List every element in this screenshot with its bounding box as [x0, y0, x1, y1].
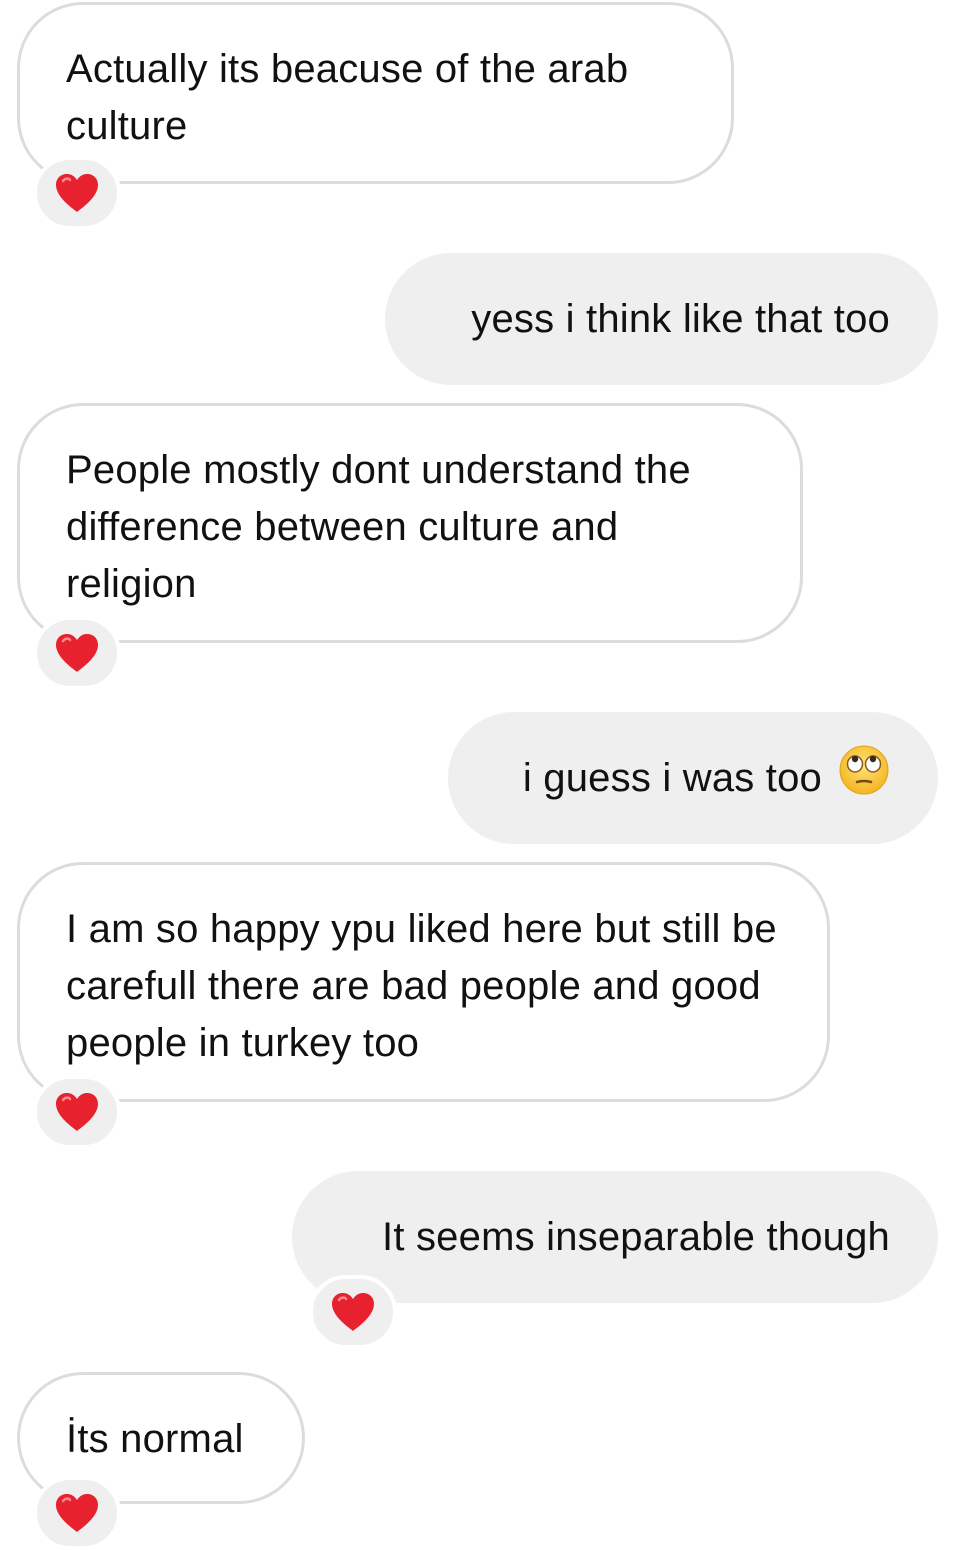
message-bubble-incoming[interactable]: I am so happy ypu liked here but still b…: [17, 862, 830, 1102]
message-text: It seems inseparable though: [382, 1214, 890, 1259]
message-text: People mostly dont understand the differ…: [66, 448, 691, 606]
heart-icon: [56, 1494, 98, 1532]
reaction-badge[interactable]: [33, 1476, 121, 1550]
heart-icon: [332, 1293, 374, 1331]
message-bubble-incoming[interactable]: Actually its beacuse of the arab culture: [17, 2, 734, 184]
reaction-badge[interactable]: [33, 616, 121, 690]
reaction-badge[interactable]: [33, 1075, 121, 1149]
message-bubble-incoming[interactable]: People mostly dont understand the differ…: [17, 403, 803, 643]
heart-icon: [56, 1093, 98, 1131]
message-text: I am so happy ypu liked here but still b…: [66, 907, 777, 1065]
message-text: i guess i was too: [522, 755, 822, 800]
reaction-badge[interactable]: [309, 1275, 397, 1349]
heart-icon: [56, 634, 98, 672]
message-bubble-outgoing[interactable]: i guess i was too: [448, 712, 938, 844]
reaction-badge[interactable]: [33, 156, 121, 230]
message-bubble-outgoing[interactable]: It seems inseparable though: [292, 1171, 938, 1303]
face-with-rolling-eyes-icon: [838, 744, 890, 812]
message-bubble-outgoing[interactable]: yess i think like that too: [385, 253, 938, 385]
message-text: yess i think like that too: [471, 296, 890, 341]
heart-icon: [56, 174, 98, 212]
message-text: İts normal: [66, 1417, 244, 1461]
message-text: Actually its beacuse of the arab culture: [66, 47, 629, 148]
